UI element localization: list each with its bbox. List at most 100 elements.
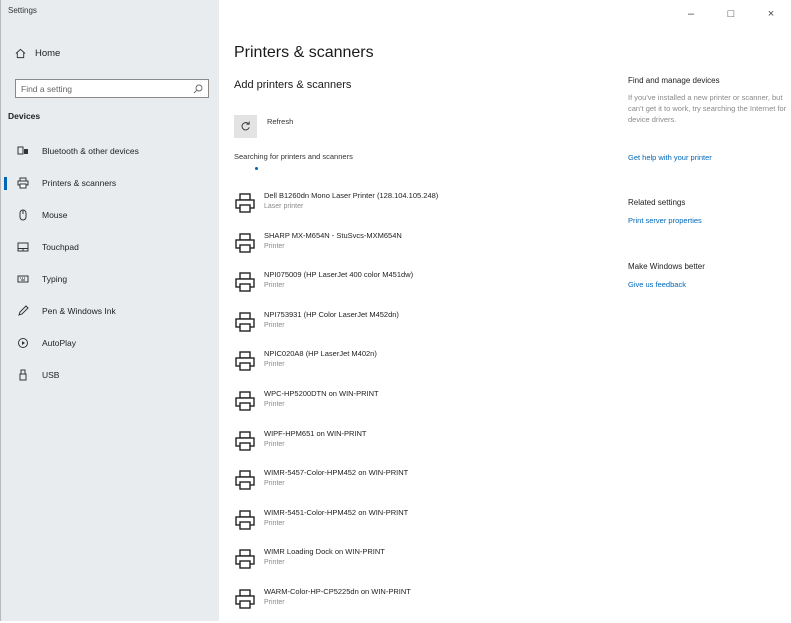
sidebar-item-label: Touchpad [42,242,79,252]
printer-icon [235,391,255,411]
printer-item[interactable]: NPIC020A8 (HP LaserJet M402n) Printer [234,345,438,385]
printer-type: Printer [264,440,285,448]
find-devices-heading: Find and manage devices [628,76,720,85]
add-printers-heading: Add printers & scanners [234,79,352,91]
print-server-properties-link[interactable]: Print server properties [628,216,702,225]
sidebar-item-label: Mouse [42,210,68,220]
printer-icon [235,470,255,490]
printer-type: Printer [264,321,285,329]
printer-icon [235,549,255,570]
printer-icon [235,351,255,372]
printer-item[interactable]: WIPF-HPM651 on WIN-PRINT Printer [234,425,438,465]
printer-icon [235,589,255,609]
sidebar-item-typing[interactable]: Typing [1,263,219,295]
minimize-button[interactable]: – [671,0,711,28]
printer-name: SHARP MX-M654N - StuSvcs-MXM654N [264,230,402,240]
printer-name: WIPF-HPM651 on WIN-PRINT [264,428,367,438]
printer-type: Printer [264,519,285,527]
window-title: Settings [8,6,37,15]
close-button[interactable]: × [751,0,791,28]
refresh-button[interactable]: Refresh [234,115,293,138]
sidebar-item-mouse[interactable]: Mouse [1,199,219,231]
home-label: Home [35,48,61,59]
sidebar-item-label: USB [42,370,60,380]
printer-name: WIMR-5457-Color-HPM452 on WIN-PRINT [264,468,409,478]
printer-item[interactable]: WIMR-5451-Color-HPM452 on WIN-PRINT Print… [234,504,438,544]
search-icon [193,84,203,93]
settings-window: Settings Home Find a setting Devices Blu… [0,0,791,621]
printer-type: Printer [264,559,285,567]
make-windows-better-heading: Make Windows better [628,262,705,271]
sidebar-nav: Bluetooth & other devices Printers & sca… [1,135,219,391]
sidebar-item-autoplay[interactable]: AutoPlay [1,327,219,359]
refresh-label: Refresh [267,117,294,126]
printer-icon [235,430,255,451]
sidebar-item-bluetooth[interactable]: Bluetooth & other devices [1,135,219,167]
printer-icon [235,193,255,213]
related-settings-heading: Related settings [628,198,686,207]
printer-item[interactable]: WIMR Loading Dock on WIN-PRINT Printer [234,543,438,583]
sidebar: Settings Home Find a setting Devices Blu… [1,0,219,621]
printer-name: NPI075009 (HP LaserJet 400 color M451dw) [264,270,414,280]
touchpad-icon [17,241,29,253]
usb-icon [17,369,29,381]
sidebar-item-label: Pen & Windows Ink [42,306,116,316]
bluetooth-devices-icon [17,145,29,157]
printer-icon [235,312,255,332]
sidebar-item-usb[interactable]: USB [1,359,219,391]
home-icon [15,48,26,59]
printer-icon [235,272,255,292]
feedback-link[interactable]: Give us feedback [628,280,686,289]
printer-name: WIMR Loading Dock on WIN-PRINT [264,547,385,557]
mouse-icon [17,209,29,221]
printer-item[interactable]: WARM-Color-HP-CP5225dn on WIN-PRINT Print… [234,583,438,623]
printer-item[interactable]: WPC-HP5200DTN on WIN-PRINT Printer [234,385,438,425]
sidebar-item-label: Typing [42,274,68,284]
searching-status: Searching for printers and scanners [234,152,353,161]
printer-type: Printer [264,480,285,488]
sidebar-item-label: AutoPlay [42,338,77,348]
progress-dot [255,167,258,170]
printer-name: NPI753931 (HP Color LaserJet M452dn) [264,309,399,319]
printer-name: NPIC020A8 (HP LaserJet M402n) [264,349,377,359]
refresh-icon-box [234,115,257,138]
page-title: Printers & scanners [234,44,374,61]
sidebar-item-pen[interactable]: Pen & Windows Ink [1,295,219,327]
printer-icon [17,177,29,189]
autoplay-icon [17,337,29,349]
keyboard-icon [17,273,29,285]
printer-name: Dell B1260dn Mono Laser Printer (128.104… [264,191,439,200]
printer-name: WARM-Color-HP-CP5225dn on WIN-PRINT [264,586,411,596]
sidebar-item-label: Bluetooth & other devices [42,146,139,156]
printer-name: WIMR-5451-Color-HPM452 on WIN-PRINT [264,507,409,517]
printer-type: Printer [264,361,285,369]
search-placeholder: Find a setting [21,83,73,94]
printer-name: WPC-HP5200DTN on WIN-PRINT [264,388,379,398]
printer-item[interactable]: SHARP MX-M654N - StuSvcs-MXM654N Printer [234,227,438,267]
printer-item[interactable]: NPI753931 (HP Color LaserJet M452dn) Prin… [234,306,438,346]
printer-item[interactable]: Dell B1260dn Mono Laser Printer (128.104… [234,187,438,227]
printer-type: Printer [264,282,285,290]
printer-item[interactable]: NPI075009 (HP LaserJet 400 color M451dw)… [234,266,438,306]
printer-item[interactable]: WIMR-5457-Color-HPM452 on WIN-PRINT Print… [234,464,438,504]
printer-type: Printer [264,242,285,250]
refresh-icon [241,121,250,131]
maximize-button[interactable]: □ [711,0,751,28]
printer-help-link[interactable]: Get help with your printer [628,153,712,162]
printer-icon [235,510,255,530]
devices-section-label: Devices [8,111,41,121]
printer-type: Printer [264,400,285,408]
sidebar-item-printers[interactable]: Printers & scanners [1,167,219,199]
sidebar-item-touchpad[interactable]: Touchpad [1,231,219,263]
home-link[interactable]: Home [15,48,60,59]
printer-icon [235,232,255,253]
pen-icon [17,305,29,317]
main-content: Printers & scanners Add printers & scann… [234,0,594,621]
search-input[interactable]: Find a setting [15,79,209,98]
sidebar-item-label: Printers & scanners [42,178,117,188]
printer-list: Dell B1260dn Mono Laser Printer (128.104… [234,187,438,623]
window-controls: – □ × [671,0,791,28]
find-devices-description: If you've installed a new printer or sca… [628,93,787,124]
printer-type: Printer [264,598,285,606]
printer-type: Laser printer [264,203,304,210]
